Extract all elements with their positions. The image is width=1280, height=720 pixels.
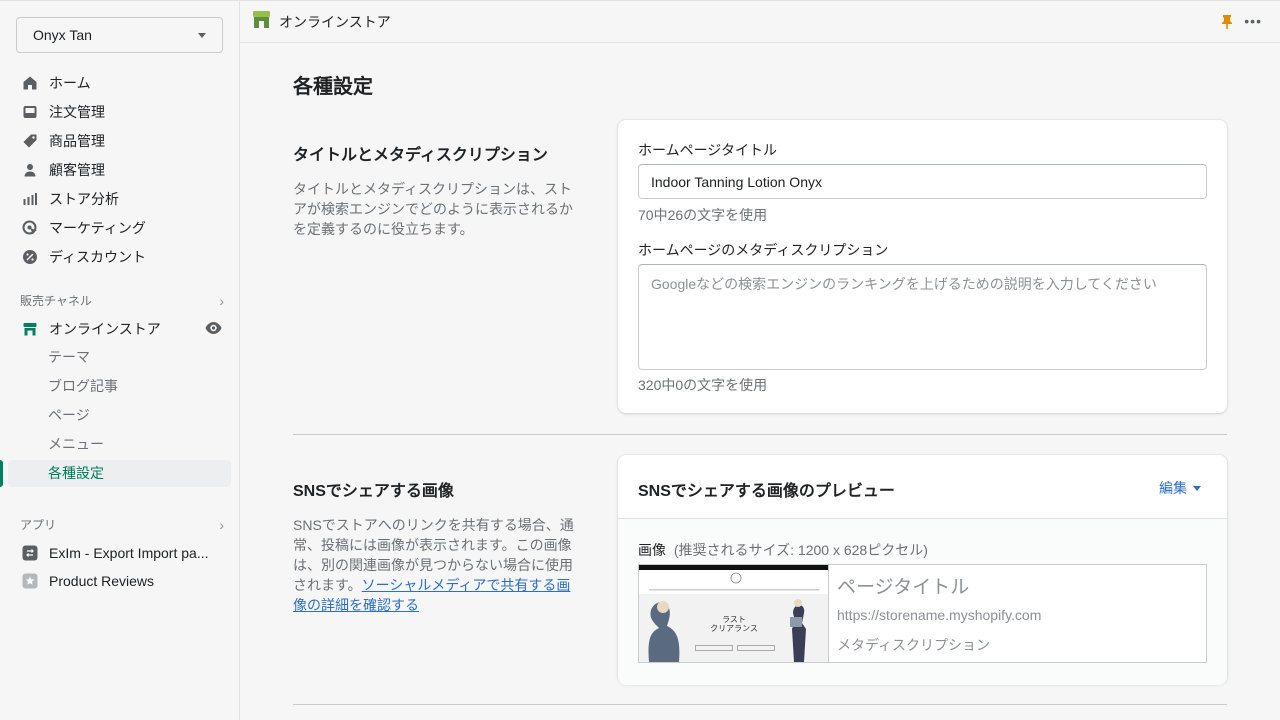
caret-down-icon bbox=[1193, 485, 1201, 491]
nav-item-discounts[interactable]: ディスカウント bbox=[0, 242, 240, 271]
preview-image[interactable]: ラスト クリアランス bbox=[639, 565, 829, 662]
app-item-product-reviews[interactable]: Product Reviews bbox=[0, 566, 240, 595]
image-label-row: 画像 (推奨されるサイズ: 1200 x 628ピクセル) bbox=[638, 540, 928, 560]
sub-item-menu[interactable]: メニュー bbox=[48, 434, 104, 454]
apps-header[interactable]: アプリ › bbox=[20, 516, 224, 533]
social-preview: ラスト クリアランス ページタイトル https://storename.mys… bbox=[638, 564, 1207, 663]
active-highlight bbox=[8, 460, 231, 487]
social-card-title: SNSでシェアする画像のプレビュー bbox=[638, 483, 895, 500]
preview-image-button bbox=[695, 645, 733, 651]
bar-chart-icon bbox=[21, 190, 39, 208]
inbox-icon bbox=[21, 103, 39, 121]
more-actions-icon[interactable]: ••• bbox=[1244, 13, 1262, 29]
nav-item-home[interactable]: ホーム bbox=[0, 68, 240, 97]
tag-icon bbox=[21, 132, 39, 150]
meta-description-label: ホームページのメタディスクリプション bbox=[638, 242, 889, 258]
star-icon bbox=[21, 572, 39, 590]
image-size-hint: (推奨されるサイズ: 1200 x 628ピクセル) bbox=[673, 542, 928, 558]
caret-down-icon bbox=[198, 33, 206, 38]
preview-url: https://storename.myshopify.com bbox=[837, 607, 1042, 623]
nav-item-customers[interactable]: 顧客管理 bbox=[0, 155, 240, 184]
meta-description-textarea[interactable]: Googleなどの検索エンジンのランキングを上げるための説明を入力してください bbox=[638, 264, 1207, 370]
nav-item-online-store[interactable]: オンラインストア bbox=[0, 314, 240, 343]
home-title-label: ホームページタイトル bbox=[638, 142, 778, 158]
preview-image-heading: ラスト クリアランス bbox=[710, 615, 758, 633]
nav-label: ストア分析 bbox=[49, 190, 119, 207]
target-icon bbox=[21, 219, 39, 237]
edit-dropdown-button[interactable]: 編集 bbox=[1159, 478, 1201, 498]
sidebar: Onyx Tan ホーム 注文管理 商品管理 顧客管理 ストア分析 マーケティン… bbox=[0, 0, 240, 720]
store-icon bbox=[21, 320, 39, 338]
store-name: Onyx Tan bbox=[33, 27, 92, 43]
social-section-title: SNSでシェアする画像 bbox=[293, 483, 454, 500]
home-icon bbox=[21, 74, 39, 92]
chevron-right-icon: › bbox=[219, 292, 224, 309]
nav-item-analytics[interactable]: ストア分析 bbox=[0, 184, 240, 213]
nav-label: 商品管理 bbox=[49, 132, 105, 149]
sub-item-blog[interactable]: ブログ記事 bbox=[48, 376, 118, 396]
social-preview-card: SNSでシェアする画像のプレビュー 編集 画像 (推奨されるサイズ: 1200 … bbox=[618, 455, 1227, 685]
seo-card: ホームページタイトル Indoor Tanning Lotion Onyx 70… bbox=[618, 120, 1227, 413]
top-bar: オンラインストア ••• bbox=[240, 0, 1280, 43]
edit-label: 編集 bbox=[1159, 480, 1187, 496]
person-icon bbox=[21, 161, 39, 179]
nav-label: オンラインストア bbox=[49, 320, 161, 337]
seo-section-description: タイトルとメタディスクリプションは、ストアが検索エンジンでどのように表示されるか… bbox=[293, 181, 573, 237]
social-section-description: SNSでストアへのリンクを共有する場合、通常、投稿には画像が表示されます。この画… bbox=[293, 515, 578, 615]
preview-page-title: ページタイトル bbox=[837, 577, 970, 598]
nav-label: Product Reviews bbox=[49, 572, 155, 589]
app-item-exim[interactable]: ExIm - Export Import pa... bbox=[0, 538, 240, 567]
nav-label: ディスカウント bbox=[49, 248, 147, 265]
nav-label: 顧客管理 bbox=[49, 161, 105, 178]
topbar-title: オンラインストア bbox=[279, 13, 391, 30]
sub-item-preferences[interactable]: 各種設定 bbox=[48, 463, 104, 483]
section-divider bbox=[293, 704, 1227, 705]
meta-description-placeholder: Googleなどの検索エンジンのランキングを上げるための説明を入力してください bbox=[651, 276, 1157, 292]
nav-item-marketing[interactable]: マーケティング bbox=[0, 213, 240, 242]
seo-section-title: タイトルとメタディスクリプション bbox=[293, 147, 548, 164]
app-exim-icon bbox=[21, 544, 39, 562]
page-title: 各種設定 bbox=[293, 76, 373, 98]
chevron-right-icon: › bbox=[219, 516, 224, 533]
sub-item-pages[interactable]: ページ bbox=[48, 405, 90, 425]
nav-label: ホーム bbox=[49, 74, 91, 91]
online-store-icon bbox=[252, 10, 271, 34]
active-indicator bbox=[0, 460, 3, 487]
apps-label: アプリ bbox=[20, 518, 57, 532]
nav-item-orders[interactable]: 注文管理 bbox=[0, 97, 240, 126]
preview-meta-description: メタディスクリプション bbox=[837, 637, 991, 653]
eye-icon[interactable] bbox=[205, 321, 222, 338]
sales-channels-label: 販売チャネル bbox=[20, 294, 92, 308]
discount-icon bbox=[21, 248, 39, 266]
home-title-value: Indoor Tanning Lotion Onyx bbox=[651, 173, 822, 190]
pin-icon[interactable] bbox=[1221, 14, 1233, 35]
nav-label: ExIm - Export Import pa... bbox=[49, 544, 209, 561]
sales-channels-header[interactable]: 販売チャネル › bbox=[20, 292, 224, 309]
section-divider bbox=[293, 434, 1227, 435]
nav-label: 注文管理 bbox=[49, 103, 105, 120]
main-nav: ホーム 注文管理 商品管理 顧客管理 ストア分析 マーケティング ディスカウント bbox=[0, 68, 240, 271]
image-label: 画像 bbox=[638, 542, 666, 558]
home-title-input[interactable]: Indoor Tanning Lotion Onyx bbox=[638, 164, 1207, 199]
preview-image-button bbox=[737, 645, 775, 651]
nav-label: マーケティング bbox=[49, 219, 146, 236]
nav-item-products[interactable]: 商品管理 bbox=[0, 126, 240, 155]
meta-description-char-count: 320中0の文字を使用 bbox=[638, 377, 768, 393]
sub-item-theme[interactable]: テーマ bbox=[48, 347, 90, 367]
social-card-header: SNSでシェアする画像のプレビュー 編集 bbox=[618, 455, 1227, 519]
store-selector[interactable]: Onyx Tan bbox=[16, 17, 223, 53]
home-title-char-count: 70中26の文字を使用 bbox=[638, 207, 768, 223]
